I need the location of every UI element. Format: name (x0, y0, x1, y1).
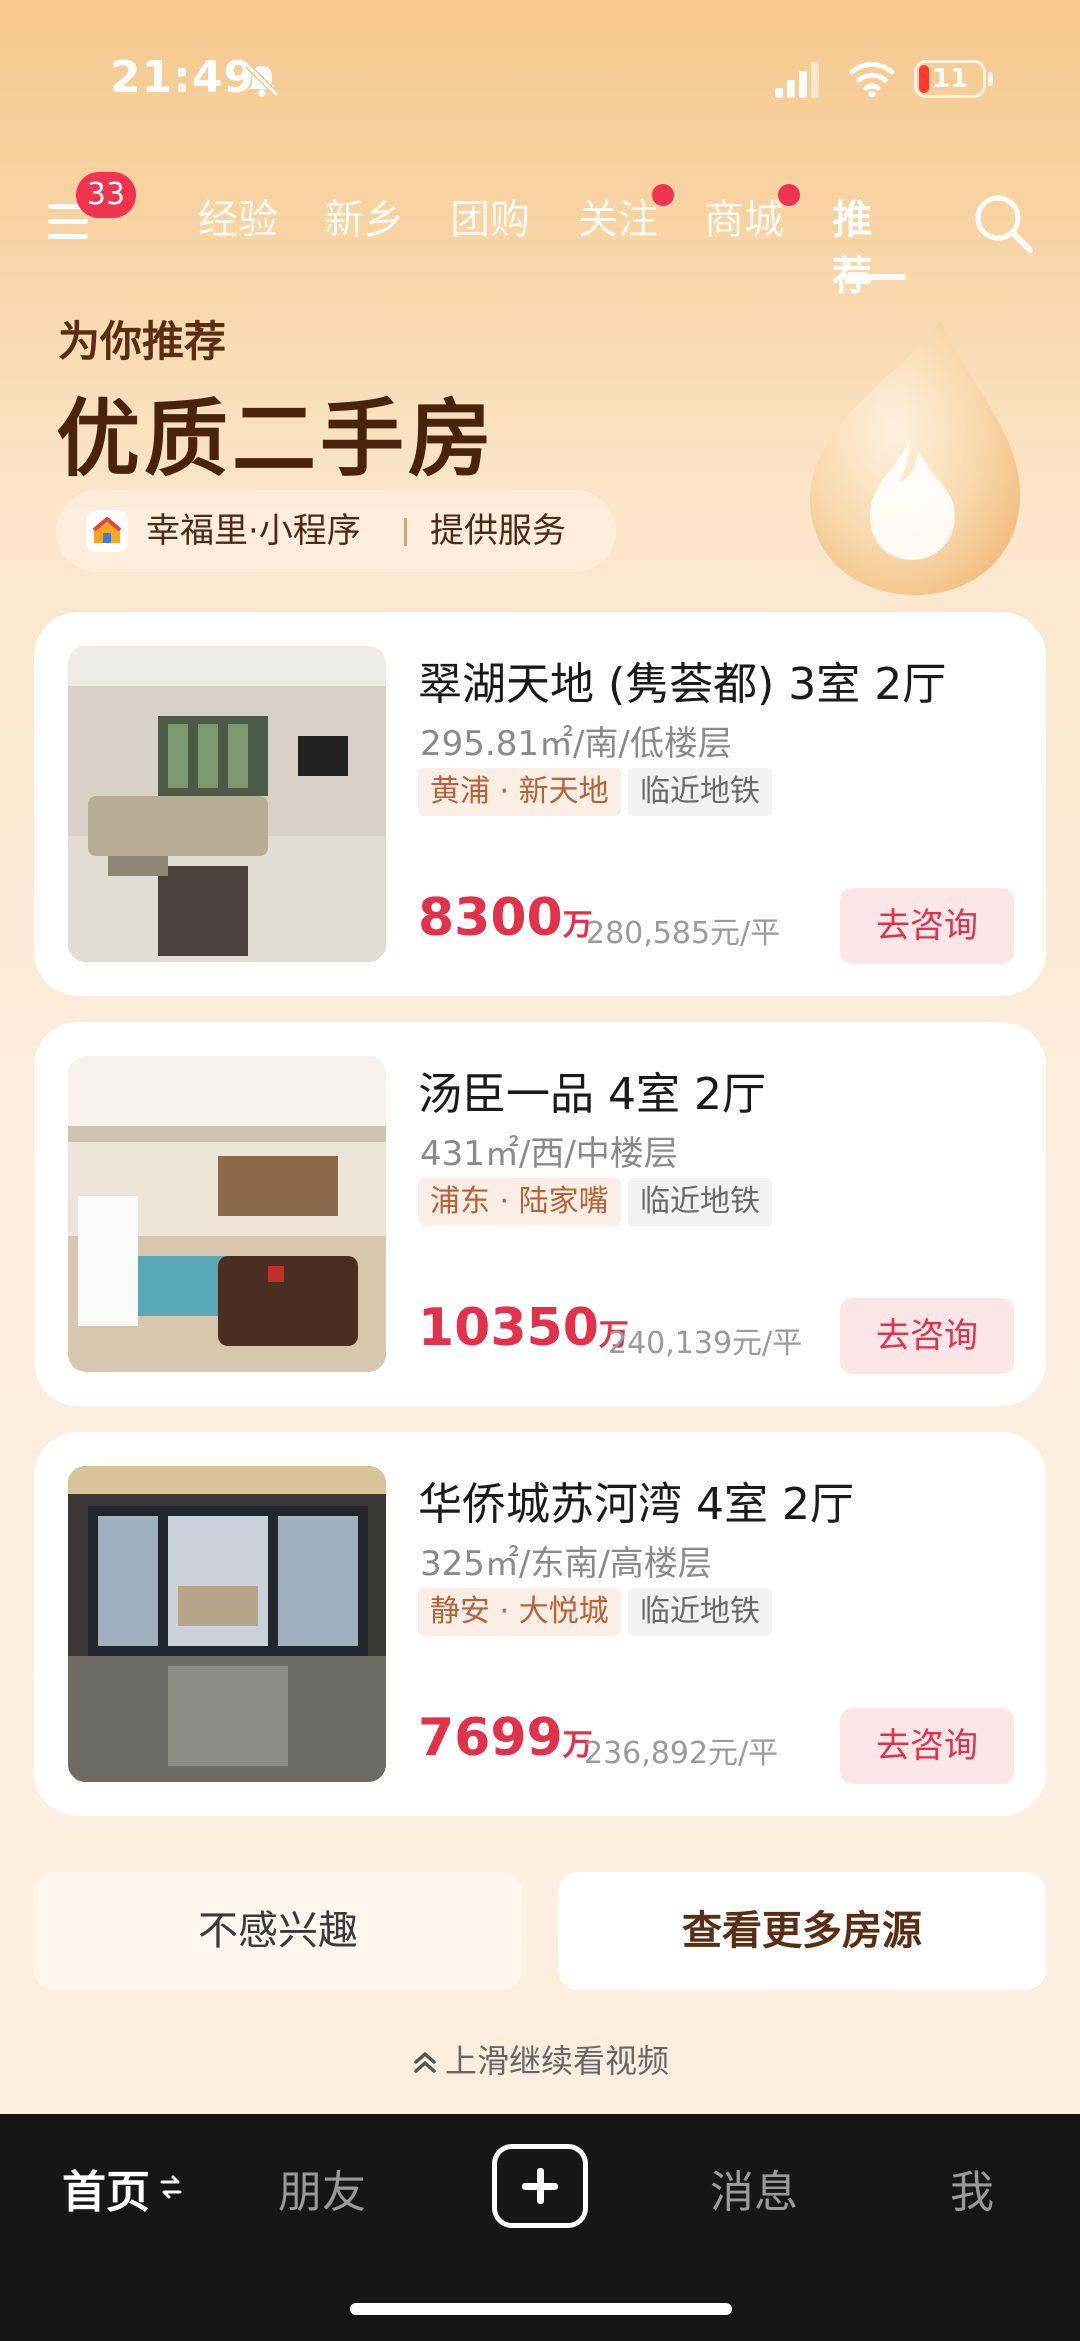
tab-recommend[interactable]: 推荐 (832, 192, 910, 304)
listing-price: 8300万 (418, 888, 593, 948)
provider-service: 提供服务 (430, 511, 566, 551)
search-icon[interactable] (970, 190, 1036, 256)
unit-price: 280,585元/平 (586, 916, 781, 951)
wifi-icon (849, 61, 895, 98)
cellular-signal-icon (775, 62, 819, 98)
battery-level: 11 (931, 64, 969, 94)
view-more-listings-button[interactable]: 查看更多房源 (558, 1872, 1046, 1990)
consult-button[interactable]: 去咨询 (840, 1708, 1014, 1784)
consult-button[interactable]: 去咨询 (840, 1298, 1014, 1374)
nav-home[interactable]: 首页 (62, 2156, 150, 2220)
area-tag: 黄浦 · 新天地 (418, 768, 621, 816)
listing-name: 华侨城苏河湾 4室 2厅 (418, 1479, 854, 1530)
status-bar: 21:49 11 (0, 0, 1080, 150)
top-tabs: 经验 新乡 团购 关注 商城 推荐 (130, 184, 910, 299)
listing-name: 汤臣一品 4室 2厅 (418, 1069, 766, 1120)
flame-drop-icon (810, 320, 1020, 595)
double-chevron-up-icon (414, 2052, 436, 2073)
listing-name: 翠湖天地 (隽荟都) 3室 2厅 (418, 659, 947, 710)
listing-price: 7699万 (418, 1708, 593, 1768)
listing-card[interactable]: 华侨城苏河湾 4室 2厅 325㎡/东南/高楼层 静安 · 大悦城 临近地铁 7… (34, 1432, 1046, 1816)
hero-title: 优质二手房 (56, 390, 497, 488)
swipe-hint-text: 上滑继续看视频 (444, 2042, 669, 2080)
notification-badge: 33 (76, 172, 136, 218)
unit-price: 240,139元/平 (608, 1326, 803, 1361)
area-tag: 静安 · 大悦城 (418, 1588, 621, 1636)
home-indicator (350, 2303, 732, 2315)
metro-tag: 临近地铁 (628, 768, 772, 816)
bell-off-icon (244, 62, 280, 98)
mini-program-provider[interactable]: 幸福里·小程序 提供服务 (56, 490, 616, 572)
battery-indicator: 11 (914, 60, 986, 98)
listing-meta: 295.81㎡/南/低楼层 (420, 724, 732, 764)
unit-price: 236,892元/平 (584, 1736, 779, 1771)
swipe-up-hint[interactable]: 上滑继续看视频 (0, 2036, 1080, 2082)
nav-messages[interactable]: 消息 (710, 2156, 798, 2220)
metro-tag: 临近地铁 (628, 1178, 772, 1226)
listing-photo[interactable] (68, 646, 386, 962)
nav-friends[interactable]: 朋友 (278, 2156, 366, 2220)
listing-meta: 431㎡/西/中楼层 (420, 1134, 678, 1174)
consult-button[interactable]: 去咨询 (840, 888, 1014, 964)
nav-me[interactable]: 我 (950, 2156, 994, 2220)
listing-photo[interactable] (68, 1056, 386, 1372)
listing-photo[interactable] (68, 1466, 386, 1782)
area-tag: 浦东 · 陆家嘴 (418, 1178, 621, 1226)
status-time: 21:49 (110, 52, 256, 103)
listing-card[interactable]: 翠湖天地 (隽荟都) 3室 2厅 295.81㎡/南/低楼层 黄浦 · 新天地 … (34, 612, 1046, 996)
house-logo-icon (86, 510, 128, 552)
provider-name: 幸福里·小程序 (146, 511, 361, 551)
listing-price: 10350万 (418, 1298, 629, 1358)
listing-card[interactable]: 汤臣一品 4室 2厅 431㎡/西/中楼层 浦东 · 陆家嘴 临近地铁 1035… (34, 1022, 1046, 1406)
plus-icon (522, 2168, 558, 2204)
tab-following[interactable]: 关注 (578, 184, 674, 248)
tab-xinxiang[interactable]: 新乡 (324, 192, 404, 248)
not-interested-button[interactable]: 不感兴趣 (34, 1872, 522, 1990)
new-dot (652, 184, 674, 206)
listing-meta: 325㎡/东南/高楼层 (420, 1544, 712, 1584)
metro-tag: 临近地铁 (628, 1588, 772, 1636)
tab-group-buy[interactable]: 团购 (450, 192, 530, 248)
create-post-button[interactable] (492, 2144, 588, 2228)
hero-subtitle: 为你推荐 (58, 317, 227, 366)
switch-arrows-icon[interactable] (160, 2172, 182, 2202)
new-dot (778, 184, 800, 206)
active-tab-indicator (842, 274, 906, 280)
tab-experience[interactable]: 经验 (198, 192, 278, 248)
tab-mall[interactable]: 商城 (704, 184, 800, 248)
